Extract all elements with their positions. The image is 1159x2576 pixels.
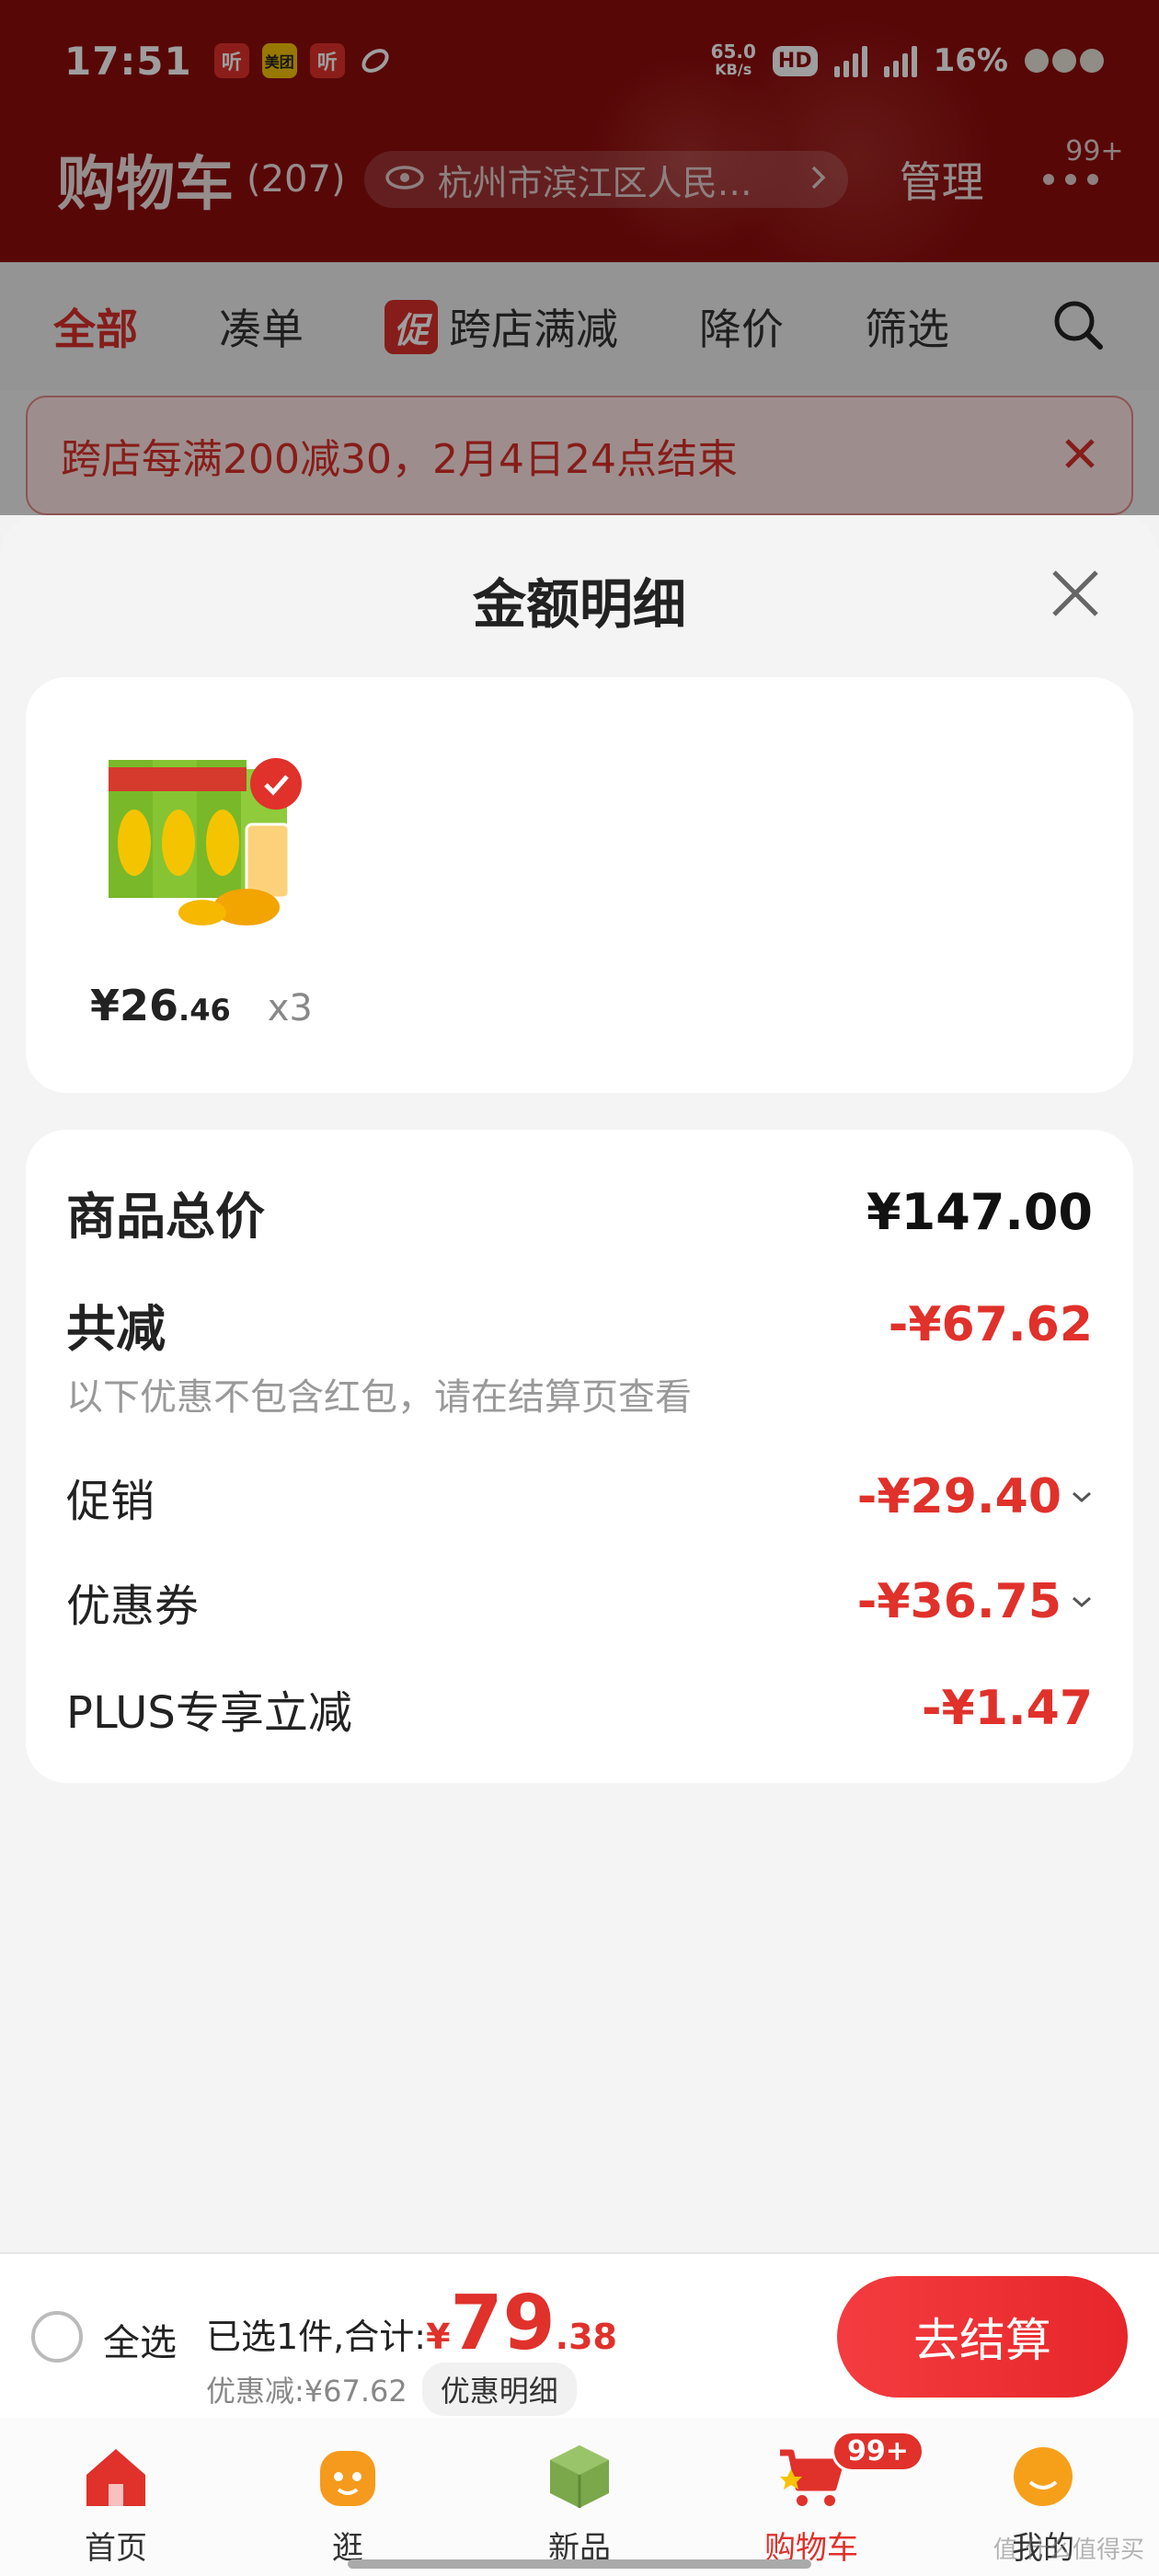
product-price-row: ¥26.46 x3 <box>90 981 313 1030</box>
total-reduction-value: -¥67.62 <box>888 1296 1093 1352</box>
plus-discount-value: -¥1.47 <box>921 1681 1093 1736</box>
browse-icon <box>320 2451 375 2506</box>
watermark: 值 什么值得买 <box>993 2536 1144 2564</box>
amount-detail-sheet: 金额明细 ¥26.46 x3 商品总价 ¥147.00 共减 -¥67.62 以… <box>0 515 1159 2254</box>
discount-detail-button[interactable]: 优惠明细 <box>421 2363 577 2416</box>
tab-home[interactable]: 首页 <box>0 2418 232 2576</box>
tab-browse[interactable]: 逛 <box>232 2418 464 2576</box>
home-icon <box>86 2449 145 2506</box>
product-image[interactable] <box>99 742 339 944</box>
plus-discount-label: PLUS专享立减 <box>66 1687 352 1739</box>
plus-discount-row: PLUS专享立减 -¥1.47 <box>66 1676 1093 1741</box>
chevron-down-icon <box>1073 1491 1091 1503</box>
tab-cart[interactable]: 购物车 99+ <box>695 2418 927 2576</box>
amount-detail-card: 商品总价 ¥147.00 共减 -¥67.62 以下优惠不包含红包，请在结算页查… <box>26 1130 1133 1783</box>
reduction-note: 以下优惠不包含红包，请在结算页查看 <box>66 1376 692 1419</box>
total-price-label: 商品总价 <box>66 1188 265 1246</box>
selected-check-icon <box>250 758 302 810</box>
cart-badge: 99+ <box>832 2431 924 2472</box>
select-all-radio[interactable] <box>31 2311 83 2363</box>
total-decimal: .38 <box>555 2317 617 2357</box>
chevron-down-icon <box>1073 1596 1091 1608</box>
checkout-bar: 全选 已选1件,合计: ¥ 79 .38 优惠减:¥67.62 优惠明细 去结算 <box>0 2252 1159 2418</box>
sheet-title: 金额明细 <box>472 573 686 636</box>
coupon-label: 优惠券 <box>66 1581 200 1632</box>
profile-icon <box>1014 2447 1073 2506</box>
total-amount: 79 <box>450 2280 556 2367</box>
bottom-tab-bar: 首页 逛 新品 购物车 99+ 我的 值 什么值得买 <box>0 2418 1159 2576</box>
discount-text: 优惠减:¥67.62 <box>206 2374 407 2409</box>
total-price-value: ¥147.00 <box>866 1183 1093 1241</box>
total-price-row: 商品总价 ¥147.00 <box>66 1176 1093 1248</box>
promotion-label: 促销 <box>66 1476 155 1527</box>
total-symbol: ¥ <box>426 2317 451 2357</box>
new-products-icon <box>550 2445 609 2508</box>
summary-label: 已选1件,合计: <box>206 2317 427 2357</box>
checkout-button[interactable]: 去结算 <box>837 2276 1128 2398</box>
tab-new-products[interactable]: 新品 <box>464 2418 695 2576</box>
checkout-summary: 已选1件,合计: ¥ 79 .38 <box>206 2280 617 2367</box>
product-quantity: x3 <box>267 987 313 1029</box>
promotion-value: -¥29.40 <box>857 1469 1093 1524</box>
promotion-row[interactable]: 促销 -¥29.40 <box>66 1465 1093 1529</box>
coupon-value: -¥36.75 <box>857 1574 1093 1629</box>
total-reduction-row: 共减 -¥67.62 <box>66 1288 1093 1361</box>
product-card: ¥26.46 x3 <box>26 677 1133 1093</box>
home-indicator <box>348 2559 811 2569</box>
modal-overlay[interactable] <box>0 0 1159 515</box>
close-icon[interactable] <box>1043 561 1107 626</box>
select-all-label[interactable]: 全选 <box>103 2313 177 2366</box>
coupon-row[interactable]: 优惠券 -¥36.75 <box>66 1570 1093 1634</box>
discount-line: 优惠减:¥67.62 优惠明细 <box>206 2363 577 2416</box>
product-price: ¥26.46 <box>90 981 231 1030</box>
total-reduction-label: 共减 <box>66 1300 166 1358</box>
